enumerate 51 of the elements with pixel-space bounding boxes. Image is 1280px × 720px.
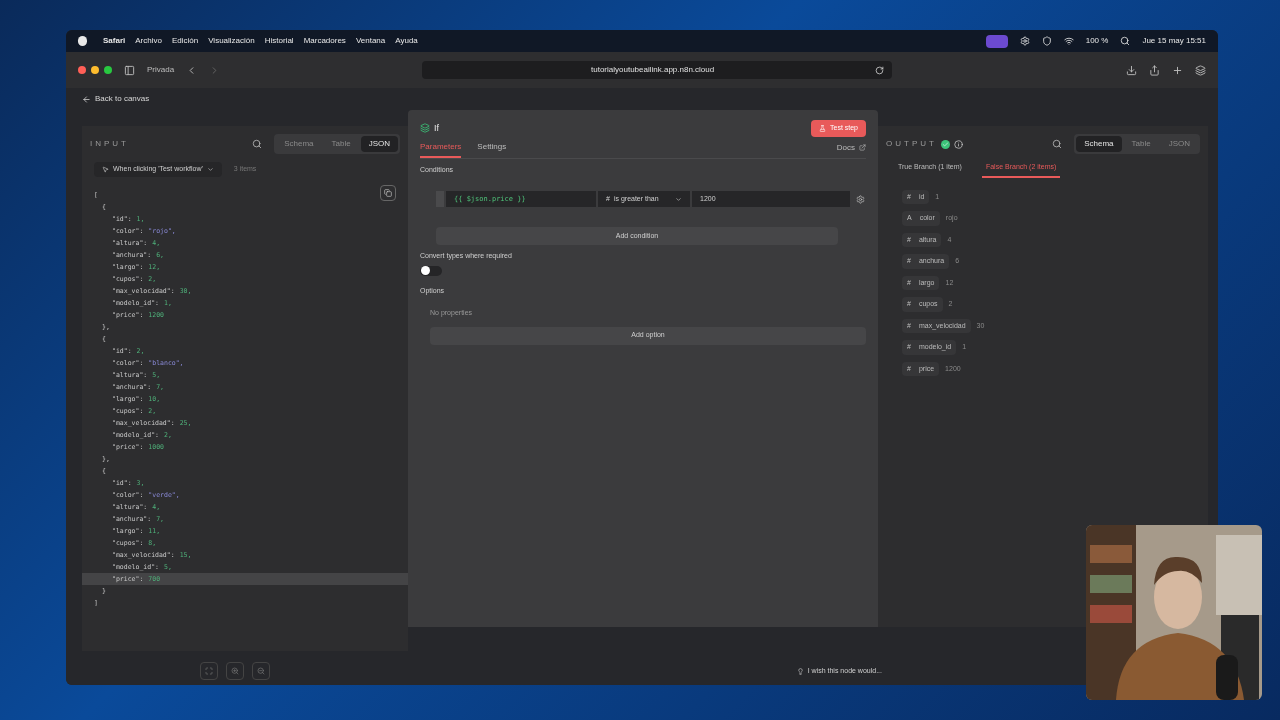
success-icon bbox=[940, 139, 950, 149]
view-tab[interactable]: JSON bbox=[360, 136, 398, 152]
wifi-icon[interactable] bbox=[1063, 36, 1074, 46]
info-icon bbox=[953, 139, 963, 149]
copy-icon bbox=[384, 188, 392, 197]
docs-link[interactable]: Docs bbox=[836, 141, 866, 158]
menu-item[interactable]: Edición bbox=[171, 35, 199, 47]
panel-title: INPUT bbox=[90, 138, 129, 150]
zoom-button[interactable] bbox=[104, 66, 112, 74]
search-icon[interactable] bbox=[1052, 139, 1063, 149]
battery-text[interactable]: 100 % bbox=[1085, 35, 1109, 47]
zoom-in-icon bbox=[231, 667, 239, 675]
settings-tab[interactable]: Settings bbox=[477, 140, 507, 158]
caret-icon bbox=[675, 195, 682, 203]
tab-label[interactable]: Privada bbox=[147, 64, 175, 76]
copy-button[interactable] bbox=[380, 184, 396, 201]
menu-item[interactable]: Safari bbox=[103, 35, 126, 47]
arrow-left-icon bbox=[82, 94, 91, 104]
caret-icon bbox=[206, 165, 214, 173]
settings-icon[interactable] bbox=[856, 194, 865, 204]
view-tab[interactable]: Schema bbox=[1076, 136, 1122, 152]
fit-view-icon bbox=[205, 667, 213, 675]
flask-icon bbox=[819, 124, 826, 132]
minimize-button[interactable] bbox=[91, 66, 99, 74]
external-link-icon bbox=[859, 144, 866, 151]
reload-icon[interactable] bbox=[875, 65, 885, 75]
menu-item[interactable]: Ayuda bbox=[395, 35, 418, 47]
sidebar-icon[interactable] bbox=[124, 64, 135, 76]
close-button[interactable] bbox=[78, 66, 86, 74]
menu-item[interactable]: Ventana bbox=[355, 35, 386, 47]
share-icon[interactable] bbox=[1149, 64, 1160, 76]
panel-title: OUTPUT bbox=[886, 138, 937, 150]
zoom-out-icon bbox=[257, 667, 265, 675]
screen-share-icon[interactable] bbox=[985, 34, 1008, 48]
menu-item[interactable]: Visualización bbox=[208, 35, 255, 47]
clock[interactable]: Jue 15 may 15:51 bbox=[1142, 35, 1206, 47]
back-to-canvas-link[interactable]: Back to canvas bbox=[82, 93, 150, 105]
download-icon[interactable] bbox=[1126, 64, 1137, 76]
toggle-switch[interactable] bbox=[420, 265, 442, 276]
shield-icon[interactable] bbox=[1041, 36, 1052, 46]
search-icon[interactable] bbox=[1120, 36, 1131, 46]
menu-item[interactable]: Marcadores bbox=[303, 35, 346, 47]
menu-item[interactable]: Archivo bbox=[135, 35, 162, 47]
lightbulb-icon bbox=[796, 667, 804, 675]
node-title: If bbox=[434, 121, 439, 135]
url-text: tutorialyoutubeailink.app.n8n.cloud bbox=[590, 64, 716, 76]
new-tab-icon[interactable] bbox=[1172, 64, 1183, 76]
menu-item[interactable]: Historial bbox=[264, 35, 294, 47]
search-icon[interactable] bbox=[252, 139, 263, 149]
address-bar[interactable]: tutorialyoutubeailink.app.n8n.cloud bbox=[422, 61, 893, 79]
cursor-icon bbox=[102, 165, 109, 173]
